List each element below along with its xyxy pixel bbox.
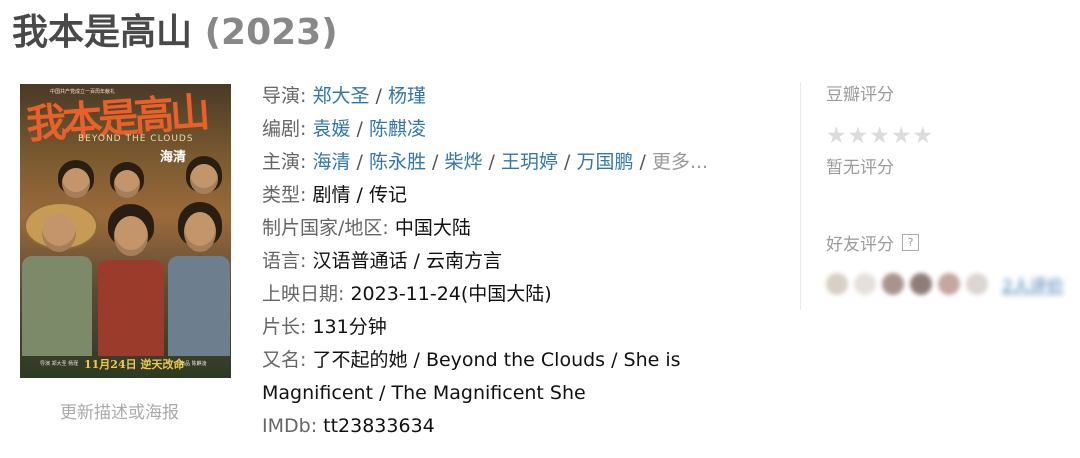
- star-icon: ★: [912, 123, 934, 149]
- movie-poster[interactable]: 中国共产党成立一百周年献礼 我本是高山 BEYOND THE CLOUDS 海清…: [20, 84, 231, 378]
- poster-figure: [114, 170, 140, 198]
- cast-more-link[interactable]: 更多...: [652, 151, 708, 173]
- avatar[interactable]: [854, 273, 876, 295]
- friends-rating-link[interactable]: 2人评价: [1002, 272, 1064, 297]
- star-icon: ★: [869, 123, 890, 149]
- poster-credits-right: 出品 陈麒凌: [180, 361, 207, 367]
- help-icon[interactable]: ?: [902, 234, 919, 251]
- avatar[interactable]: [826, 273, 848, 295]
- friends-rating-text: 好友评分: [826, 235, 894, 255]
- language-value: 汉语普通话 / 云南方言: [312, 250, 502, 272]
- poster-figure: [168, 256, 230, 356]
- region-value: 中国大陆: [394, 217, 471, 239]
- runtime-value: 131分钟: [312, 316, 387, 338]
- page-title: 我本是高山 (2023): [12, 10, 338, 56]
- poster-figure: [184, 212, 216, 252]
- avatar[interactable]: [882, 273, 904, 295]
- star-icon: ★: [890, 123, 912, 149]
- cast-link[interactable]: 陈永胜: [369, 151, 426, 173]
- poster-credits-left: 导演 郑大圣 杨瑾: [40, 361, 79, 367]
- genre-label: 类型: [262, 184, 301, 206]
- writer-row: 编剧: 袁媛 / 陈麒凌: [262, 118, 426, 140]
- imdb-value: tt23833634: [323, 415, 435, 437]
- movie-info: 导演: 郑大圣 / 杨瑾 编剧: 袁媛 / 陈麒凌 主演: 海清 / 陈永胜 /…: [262, 80, 712, 443]
- friends-rating-label: 好友评分 ?: [826, 230, 1066, 255]
- director-row: 导演: 郑大圣 / 杨瑾: [262, 85, 426, 107]
- cast-link[interactable]: 海清: [312, 151, 350, 173]
- language-label: 语言: [262, 250, 301, 272]
- poster-figure: [190, 164, 218, 194]
- poster-star-name: 海清: [160, 150, 187, 165]
- writer-link[interactable]: 陈麒凌: [369, 118, 426, 140]
- friends-avatars: 2人评价: [826, 271, 1066, 297]
- avatar[interactable]: [910, 273, 932, 295]
- aka-row: 又名: 了不起的她 / Beyond the Clouds / She is M…: [262, 349, 681, 404]
- cast-label: 主演: [262, 151, 301, 173]
- star-icon: ★: [847, 123, 869, 149]
- poster-figure: [22, 256, 92, 356]
- rating-stars: ★ ★ ★ ★ ★: [826, 123, 1066, 149]
- douban-rating-label: 豆瓣评分: [826, 85, 894, 105]
- release-date-value: 2023-11-24(中国大陆): [350, 283, 552, 305]
- language-row: 语言: 汉语普通话 / 云南方言: [262, 250, 502, 272]
- region-label: 制片国家/地区: [262, 217, 383, 239]
- region-row: 制片国家/地区: 中国大陆: [262, 217, 471, 239]
- release-date-label: 上映日期: [262, 283, 339, 305]
- poster-subtitle: BEYOND THE CLOUDS: [78, 134, 194, 144]
- aka-label: 又名: [262, 349, 301, 371]
- rating-panel: 豆瓣评分 ★ ★ ★ ★ ★ 暂无评分 好友评分 ? 2人评价: [826, 80, 1066, 297]
- poster-figure: [114, 216, 148, 256]
- imdb-label: IMDb: [262, 415, 311, 437]
- poster-figure: [42, 214, 76, 252]
- genre-value: 剧情 / 传记: [312, 184, 407, 206]
- cast-row: 主演: 海清 / 陈永胜 / 柴烨 / 王玥婷 / 万国鹏 / 更多...: [262, 151, 709, 173]
- runtime-row: 片长: 131分钟: [262, 316, 387, 338]
- director-label: 导演: [262, 85, 301, 107]
- cast-link[interactable]: 王玥婷: [501, 151, 558, 173]
- section-divider: [800, 82, 801, 310]
- poster-figure: [62, 168, 90, 198]
- release-date-row: 上映日期: 2023-11-24(中国大陆): [262, 283, 552, 305]
- director-link[interactable]: 郑大圣: [312, 85, 369, 107]
- imdb-row: IMDb: tt23833634: [262, 415, 435, 437]
- genre-row: 类型: 剧情 / 传记: [262, 184, 407, 206]
- star-icon: ★: [826, 123, 847, 149]
- movie-title: 我本是高山: [12, 12, 193, 53]
- cast-link[interactable]: 万国鹏: [576, 151, 633, 173]
- movie-year: (2023): [204, 12, 338, 53]
- writer-link[interactable]: 袁媛: [312, 118, 350, 140]
- cast-link[interactable]: 柴烨: [444, 151, 482, 173]
- runtime-label: 片长: [262, 316, 301, 338]
- director-link[interactable]: 杨瑾: [388, 85, 426, 107]
- poster-figure: [98, 260, 164, 356]
- poster-release-date: 11月24日 逆天改命: [84, 358, 185, 371]
- aka-value: 了不起的她 / Beyond the Clouds / She is Magni…: [262, 349, 681, 404]
- avatar[interactable]: [938, 273, 960, 295]
- avatar[interactable]: [966, 273, 988, 295]
- writer-label: 编剧: [262, 118, 301, 140]
- no-rating-text: 暂无评分: [826, 158, 894, 178]
- update-description-link[interactable]: 更新描述或海报: [60, 398, 179, 423]
